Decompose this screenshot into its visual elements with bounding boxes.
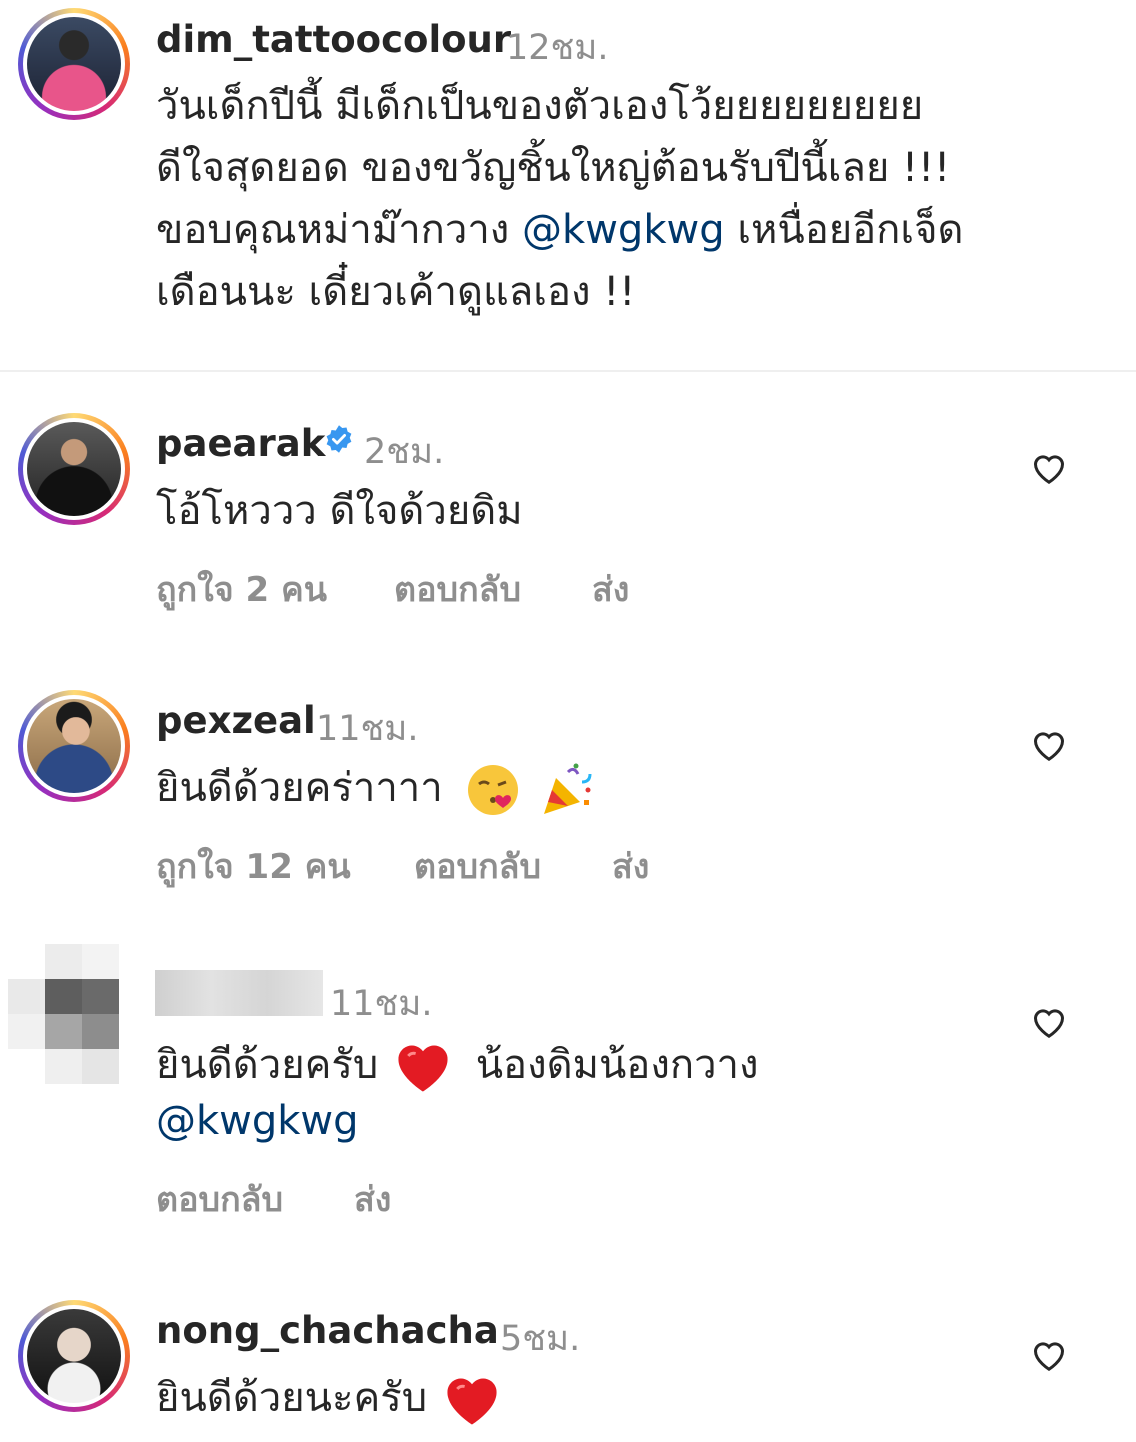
mention-link[interactable]: @kwgkwg [522, 207, 725, 253]
avatar-image [27, 699, 121, 793]
caption-line-1: วันเด็กปีนี้ มีเด็กเป็นของตัวเองโว้ยยยยย… [156, 83, 924, 129]
red-heart-emoji-icon [447, 1378, 497, 1425]
comment-text-row: ยินดีด้วยนะครับ [156, 1367, 502, 1429]
kissing-heart-emoji-icon [468, 765, 519, 815]
comment-text: ยินดีด้วยครับ [156, 1042, 379, 1088]
timestamp: 11ชม. [316, 709, 419, 749]
mention-link[interactable]: @kwgkwg [156, 1098, 359, 1144]
comment-text: โอ้โหววว ดีใจด้วยดิม [156, 488, 523, 534]
username[interactable]: pexzeal [156, 699, 316, 742]
comment-text: ยินดีด้วยนะครับ [156, 1375, 428, 1421]
heart-icon[interactable] [1031, 728, 1067, 762]
caption-line-3-end: เหนื่อยอีกเจ็ด [737, 207, 964, 253]
avatar-image [27, 1309, 121, 1403]
avatar[interactable] [18, 1300, 130, 1412]
comment-text-row: ยินดีด้วยคร่าาาา [156, 757, 598, 820]
heart-icon[interactable] [1031, 451, 1067, 485]
heart-icon[interactable] [1031, 1338, 1067, 1372]
avatar-image [27, 17, 121, 111]
avatar[interactable] [8, 944, 126, 1084]
likes-count[interactable]: ถูกใจ 12 คน [156, 839, 351, 893]
username[interactable]: dim_tattoocolour [156, 18, 511, 61]
heart-icon[interactable] [1031, 1005, 1067, 1039]
likes-count[interactable]: ถูกใจ 2 คน [156, 562, 327, 616]
reply-button[interactable]: ตอบกลับ [414, 839, 541, 893]
caption: dim_tattoocolour 12ชม. วันเด็กปีนี้ มีเด… [0, 0, 1136, 370]
send-button[interactable]: ส่ง [592, 562, 629, 616]
reply-button[interactable]: ตอบกลับ [156, 1172, 283, 1226]
comment-text-row-2: @kwgkwg [156, 1090, 359, 1152]
avatar-image [27, 422, 121, 516]
caption-line-2: ดีใจสุดยอด ของขวัญชิ้นใหญ่ต้อนรับปีนี้เล… [156, 145, 951, 191]
red-heart-emoji-icon [398, 1045, 448, 1092]
comment-text-after: น้องดิมน้องกวาง [475, 1042, 759, 1088]
timestamp: 12ชม. [506, 28, 609, 68]
send-button[interactable]: ส่ง [612, 839, 649, 893]
verified-badge-icon [326, 425, 352, 453]
avatar[interactable] [18, 413, 130, 525]
caption-line-4: เดือนนะ เดี๋ยวเค้าดูแลเอง !! [156, 269, 636, 315]
avatar[interactable] [18, 8, 130, 120]
timestamp: 5ชม. [500, 1319, 581, 1359]
username[interactable]: nong_chachacha [156, 1309, 499, 1352]
caption-line-3-text: ขอบคุณหม่าม๊ากวาง [156, 207, 510, 253]
timestamp: 2ชม. [364, 432, 445, 472]
comment-text: ยินดีด้วยคร่าาาา [156, 765, 443, 811]
reply-button[interactable]: ตอบกลับ [394, 562, 521, 616]
timestamp: 11ชม. [330, 984, 433, 1024]
send-button[interactable]: ส่ง [354, 1172, 391, 1226]
avatar[interactable] [18, 690, 130, 802]
comment-text-row: ยินดีด้วยครับ น้องดิมน้องกวาง [156, 1034, 759, 1096]
party-popper-emoji-icon [544, 763, 592, 814]
username[interactable]: paearak [156, 422, 325, 465]
caption-line-3: ขอบคุณหม่าม๊ากวาง @kwgkwg เหนื่อยอีกเจ็ด [156, 199, 963, 261]
username[interactable] [155, 970, 323, 1016]
divider [0, 370, 1136, 372]
